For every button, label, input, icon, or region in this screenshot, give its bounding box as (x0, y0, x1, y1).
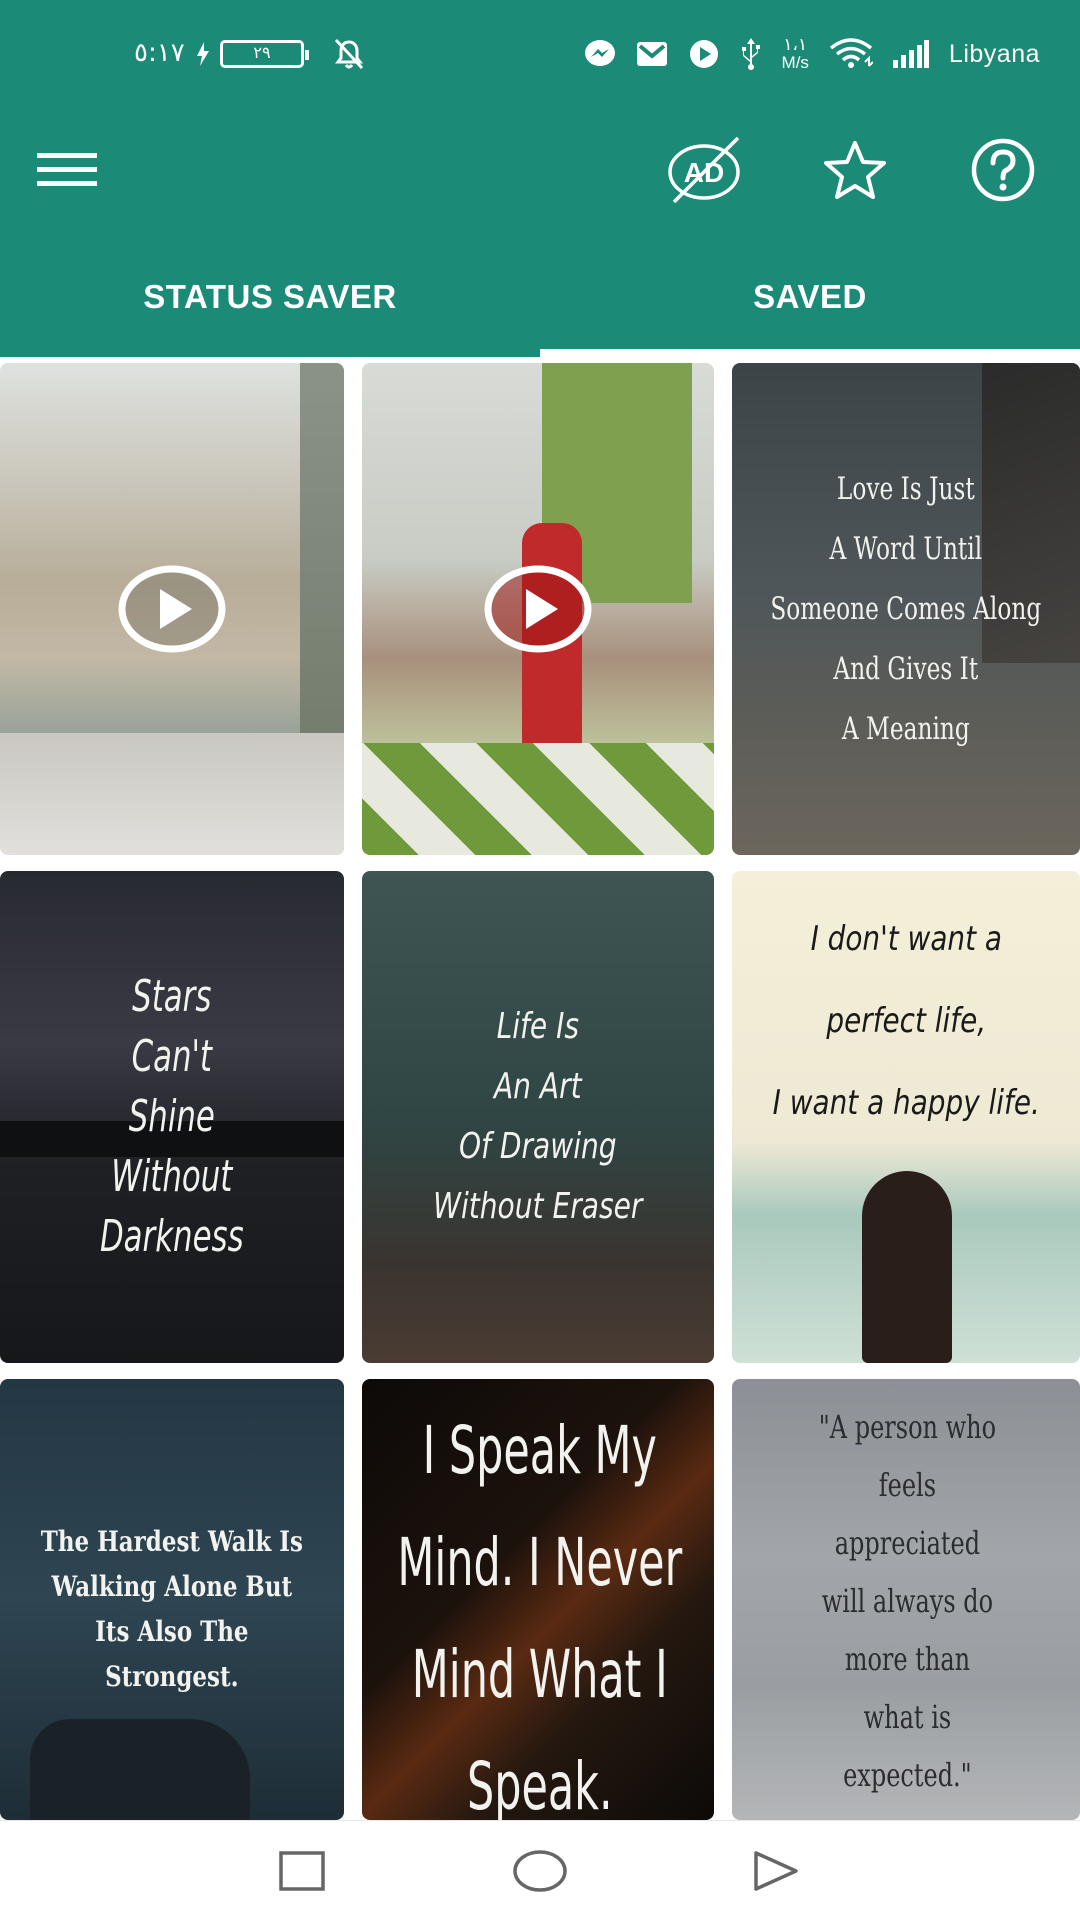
status-time: ٥:١٧ (134, 38, 185, 68)
home-button[interactable] (510, 1843, 570, 1899)
person-shape (862, 1171, 952, 1363)
network-speed-unit: M/s (781, 53, 809, 72)
grid-item-image[interactable]: I don't want a perfect life, I want a ha… (732, 871, 1080, 1363)
remove-ads-button[interactable]: AD (664, 132, 748, 208)
quote-text: Stars Can't Shine Without Darkness (100, 971, 244, 1262)
quote-text: I don't want a perfect life, I want a ha… (772, 919, 1040, 1123)
tab-status-saver-label: STATUS SAVER (143, 278, 397, 315)
toolbar: AD (0, 120, 1080, 220)
tab-bar: STATUS SAVER SAVED (0, 260, 1080, 357)
tab-saved-label: SAVED (753, 278, 867, 315)
gmail-icon (636, 42, 667, 66)
back-button[interactable] (746, 1843, 806, 1899)
grid-item-image[interactable]: The Hardest Walk Is Walking Alone But It… (0, 1379, 344, 1820)
menu-button[interactable] (32, 140, 102, 200)
play-icon (484, 565, 592, 653)
notifications-off-icon (334, 38, 364, 70)
charging-icon (197, 42, 209, 66)
grid-item-image[interactable]: I Speak My Mind. I Never Mind What I Spe… (362, 1379, 714, 1820)
triangle-back-icon (754, 1851, 798, 1891)
floor-shape (362, 743, 714, 855)
status-left-icons: ٢٩ (196, 38, 366, 70)
hamburger-menu-icon (37, 153, 97, 186)
system-nav-bar (0, 1820, 1080, 1920)
app-bar: ٥:١٧ ٢٩ ١،١ M/s Libyana STATUS SAVER SAV… (0, 0, 1080, 357)
usb-icon (741, 38, 760, 70)
grid-item-video[interactable] (0, 363, 344, 855)
question-circle-icon (971, 138, 1035, 202)
carrier-name: Libyana (948, 39, 1040, 68)
rock-shape (30, 1719, 250, 1820)
status-right-icons: ١،١ M/s Libyana (584, 36, 1040, 72)
quote-text: Love Is Just A Word Until Someone Comes … (770, 471, 1042, 747)
recents-button[interactable] (272, 1843, 332, 1899)
battery-indicator: ٢٩ (220, 40, 309, 68)
messenger-icon (584, 40, 615, 66)
cell-signal-icon (892, 40, 929, 68)
grid-item-image[interactable]: Love Is Just A Word Until Someone Comes … (732, 363, 1080, 855)
tab-saved[interactable]: SAVED (540, 260, 1080, 357)
square-recents-icon (279, 1851, 325, 1891)
wifi-icon (829, 38, 873, 68)
quote-text: I Speak My Mind. I Never Mind What I Spe… (397, 1412, 683, 1820)
grid-item-image[interactable]: Stars Can't Shine Without Darkness (0, 871, 344, 1363)
tab-indicator (540, 349, 1080, 357)
youtube-icon (689, 40, 718, 68)
grid-item-image[interactable]: Life Is An Art Of Drawing Without Eraser (362, 871, 714, 1363)
star-icon (824, 141, 886, 199)
tab-status-saver[interactable]: STATUS SAVER (0, 260, 540, 357)
quote-text: The Hardest Walk Is Walking Alone But It… (40, 1525, 304, 1693)
status-bar: ٥:١٧ ٢٩ ١،١ M/s Libyana (0, 0, 1080, 100)
quote-text: Life Is An Art Of Drawing Without Eraser (433, 1006, 643, 1227)
battery-level: ٢٩ (253, 45, 271, 62)
help-button[interactable] (964, 132, 1042, 208)
favorites-button[interactable] (818, 134, 892, 206)
network-speed: ١،١ M/s (782, 36, 809, 72)
grid-item-image[interactable]: "A person who feels appreciated will alw… (732, 1379, 1080, 1820)
rooftop-shape (0, 733, 344, 855)
play-icon (118, 565, 226, 653)
quote-text: "A person who feels appreciated will alw… (819, 1408, 997, 1794)
circle-home-icon (513, 1850, 567, 1892)
no-ads-icon: AD (668, 136, 740, 204)
status-grid: Love Is Just A Word Until Someone Comes … (0, 363, 1080, 1820)
grid-item-video[interactable] (362, 363, 714, 855)
network-speed-value: ١،١ (783, 35, 808, 54)
